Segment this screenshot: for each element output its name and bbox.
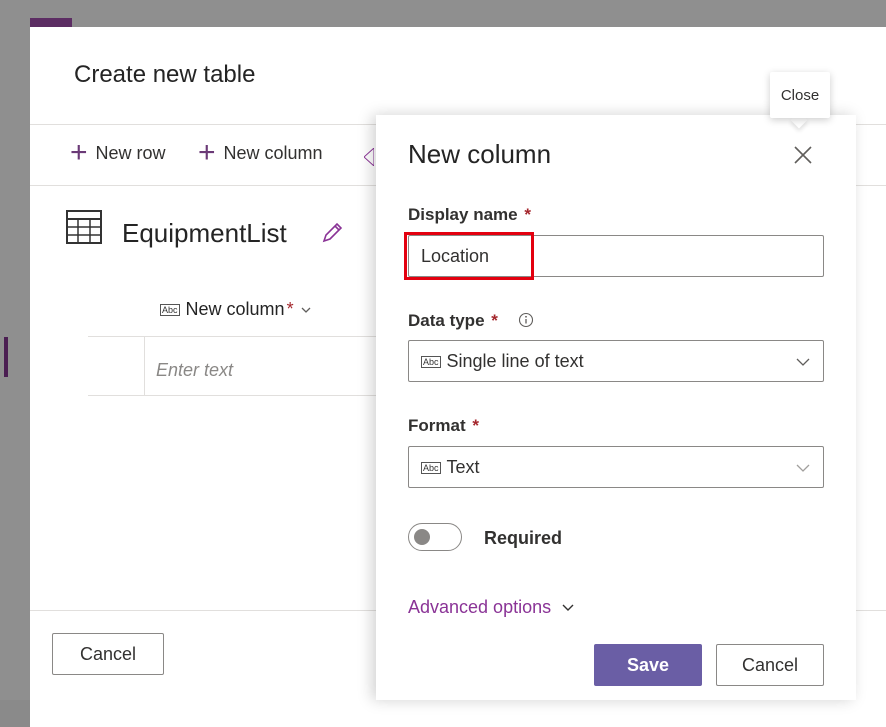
grid-divider [88,395,378,396]
cancel-button[interactable]: Cancel [716,644,824,686]
chevron-down-icon [301,307,311,313]
grid-divider [144,337,145,395]
required-star: * [472,416,479,435]
abc-icon: Abc [160,303,180,316]
table-icon [66,210,102,244]
format-value: Text [446,457,480,477]
required-star: * [524,205,531,224]
grid-divider [88,336,378,337]
abc-icon: Abc [421,355,441,368]
dialog-title: Create new table [74,61,256,88]
close-tooltip: Close [770,72,830,118]
data-type-label-text: Data type [408,311,485,330]
chevron-down-icon [562,604,574,611]
background-nav-selection [4,337,8,377]
panel-pointer [364,148,374,166]
abc-icon: Abc [421,461,441,474]
toggle-knob [414,529,430,545]
format-selected: Abc Text [421,457,480,478]
format-dropdown[interactable]: Abc Text [408,446,824,488]
required-star: * [286,299,294,319]
cell-placeholder[interactable]: Enter text [156,360,233,381]
edit-pencil-icon[interactable] [320,221,344,245]
new-column-panel: New column Display name * Location Data … [376,115,856,700]
required-label: Required [484,528,563,548]
plus-icon: + [70,136,88,169]
format-label: Format * [408,416,479,436]
save-button[interactable]: Save [594,644,702,686]
required-toggle[interactable] [408,523,462,551]
new-row-button[interactable]: + New row [70,125,166,181]
display-name-label: Display name * [408,205,531,225]
close-icon[interactable] [791,143,815,167]
display-name-label-text: Display name [408,205,518,224]
new-column-label: New column [223,142,323,163]
advanced-options-label: Advanced options [408,597,552,617]
required-star: * [491,311,498,330]
chevron-down-icon [796,358,810,366]
advanced-options-link[interactable]: Advanced options [408,597,575,618]
new-column-button[interactable]: + New column [198,125,323,181]
column-header[interactable]: Abc New column * [160,299,312,320]
plus-icon: + [198,136,216,169]
data-type-value: Single line of text [446,351,584,371]
info-icon[interactable] [518,312,534,328]
new-row-label: New row [95,142,166,163]
column-header-label: New column [185,299,285,319]
format-label-text: Format [408,416,466,435]
panel-title: New column [408,139,552,169]
data-type-label: Data type * [408,311,498,331]
dialog-cancel-button[interactable]: Cancel [52,633,164,675]
data-type-dropdown[interactable]: Abc Single line of text [408,340,824,382]
highlight-box [404,232,534,280]
data-type-selected: Abc Single line of text [421,351,584,372]
chevron-down-icon [796,464,810,472]
table-name: EquipmentList [122,218,287,248]
